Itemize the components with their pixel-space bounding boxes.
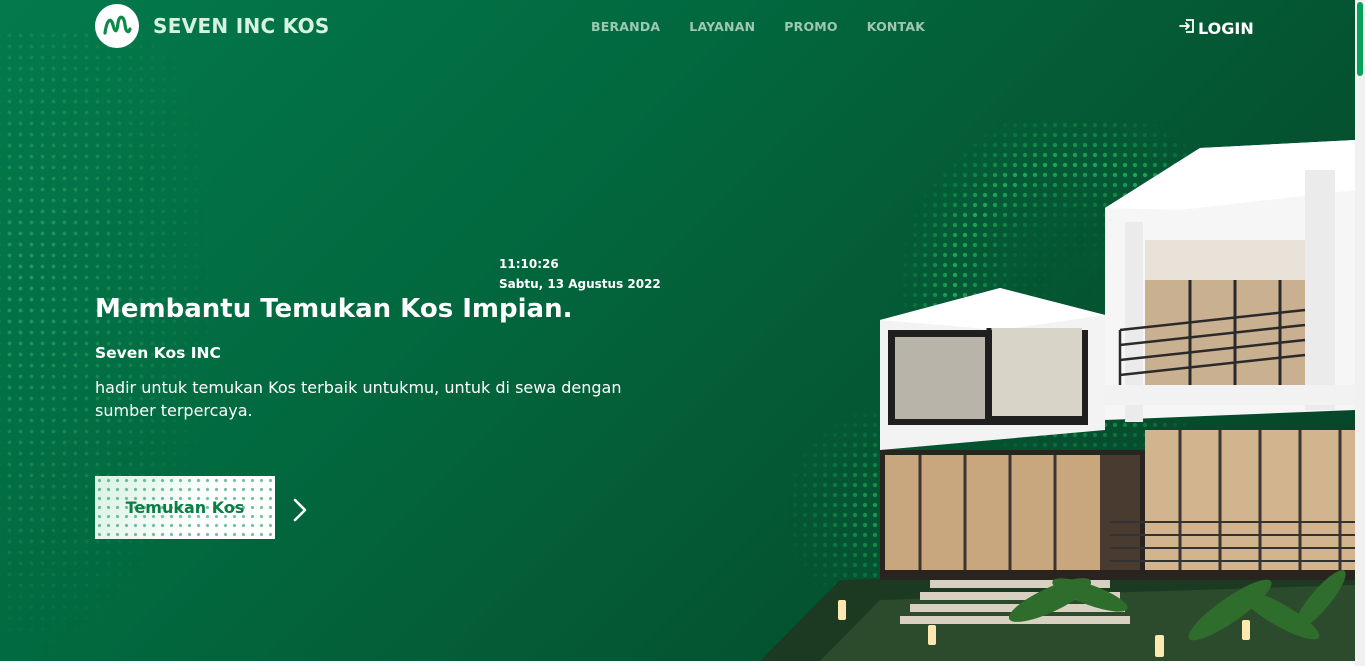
nav-link-promo[interactable]: PROMO: [784, 19, 837, 34]
main-nav: BERANDA LAYANAN PROMO KONTAK: [591, 19, 925, 34]
find-kos-button[interactable]: Temukan Kos: [95, 476, 275, 539]
brand-logo[interactable]: SEVEN INC KOS: [95, 4, 330, 48]
datetime-display: 11:10:26 Sabtu, 13 Agustus 2022: [499, 254, 661, 294]
modern-house-illustration: [760, 140, 1355, 661]
hero-subheadline: Seven Kos INC: [95, 344, 221, 362]
hero-section: [0, 0, 1355, 661]
clock-date: Sabtu, 13 Agustus 2022: [499, 277, 661, 291]
nav-link-layanan[interactable]: LAYANAN: [689, 19, 755, 34]
hero-description: hadir untuk temukan Kos terbaik untukmu,…: [95, 378, 622, 420]
login-button[interactable]: LOGIN: [1178, 17, 1254, 39]
chevron-right-icon[interactable]: [290, 497, 310, 527]
scrollbar-thumb[interactable]: [1357, 2, 1363, 76]
hero-headline: Membantu Temukan Kos Impian.: [95, 294, 573, 324]
m-wave-logo-icon: [95, 4, 139, 48]
page-scrollbar[interactable]: [1355, 0, 1365, 666]
login-label: LOGIN: [1198, 18, 1254, 38]
nav-link-kontak[interactable]: KONTAK: [867, 19, 925, 34]
nav-link-beranda[interactable]: BERANDA: [591, 19, 660, 34]
login-icon: [1178, 17, 1196, 39]
brand-name: SEVEN INC KOS: [153, 14, 330, 38]
clock-time: 11:10:26: [499, 257, 559, 271]
